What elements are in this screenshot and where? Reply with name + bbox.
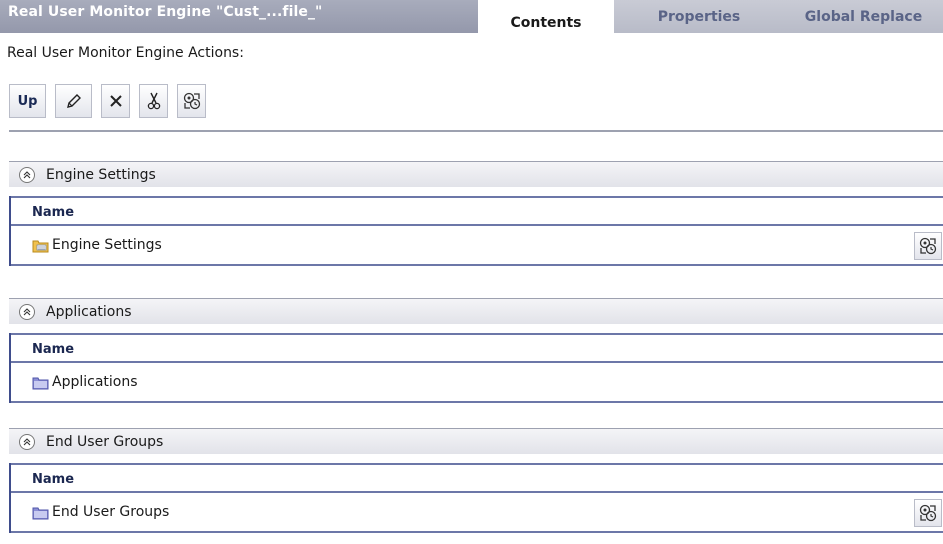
refresh-settings-button[interactable] (177, 84, 206, 118)
collapse-icon[interactable] (19, 433, 35, 450)
section-end-user-groups: End User Groups Name End User Groups (9, 428, 943, 533)
section-header[interactable]: Applications (9, 298, 943, 324)
edit-button[interactable] (55, 84, 92, 118)
collapse-icon[interactable] (19, 303, 35, 320)
row-action-button[interactable] (914, 499, 942, 527)
refresh-settings-icon (183, 92, 200, 110)
tab-global-replace[interactable]: Global Replace (784, 0, 943, 33)
row-action-button[interactable] (914, 232, 942, 260)
section-header[interactable]: Engine Settings (9, 161, 943, 187)
folder-icon (32, 507, 49, 519)
scissors-icon (147, 92, 160, 110)
title-bar: Real User Monitor Engine "Cust_...file_"… (0, 0, 943, 33)
tab-contents[interactable]: Contents (478, 0, 614, 33)
table-row[interactable]: Applications (11, 363, 943, 403)
section-table: Name End User Groups (9, 463, 943, 533)
refresh-settings-icon (919, 237, 937, 255)
pencil-icon (66, 94, 81, 108)
tab-properties[interactable]: Properties (614, 0, 784, 33)
table-row[interactable]: Engine Settings (11, 226, 943, 266)
column-header-name: Name (11, 196, 943, 226)
row-link[interactable]: Engine Settings (52, 237, 162, 253)
section-engine-settings: Engine Settings Name Engine Settings (9, 161, 943, 266)
row-link[interactable]: Applications (52, 374, 138, 390)
delete-button[interactable] (101, 84, 130, 118)
settings-folder-icon (32, 240, 49, 252)
cut-button[interactable] (139, 84, 168, 118)
section-title: Engine Settings (46, 166, 156, 183)
section-table: Name Applications (9, 333, 943, 403)
section-applications: Applications Name Applications (9, 298, 943, 403)
section-table: Name Engine Settings (9, 196, 943, 266)
page-title: Real User Monitor Engine "Cust_...file_" (0, 0, 478, 33)
column-header-name: Name (11, 333, 943, 363)
table-row[interactable]: End User Groups (11, 493, 943, 533)
collapse-icon[interactable] (19, 166, 35, 183)
folder-icon (32, 377, 49, 389)
delete-x-icon (109, 95, 122, 107)
refresh-settings-icon (919, 504, 937, 522)
section-title: Applications (46, 303, 132, 320)
actions-label: Real User Monitor Engine Actions: (7, 45, 244, 61)
column-header-name: Name (11, 463, 943, 493)
actions-toolbar: Up (9, 84, 206, 118)
section-title: End User Groups (46, 433, 164, 450)
row-link[interactable]: End User Groups (52, 504, 169, 520)
up-button[interactable]: Up (9, 84, 46, 118)
section-header[interactable]: End User Groups (9, 428, 943, 454)
divider (9, 130, 943, 132)
